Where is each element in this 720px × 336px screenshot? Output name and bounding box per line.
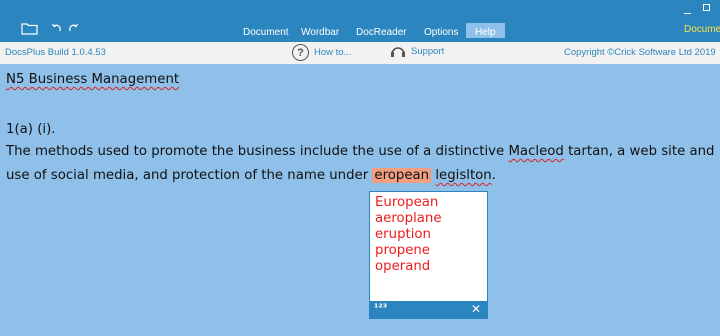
suggestion-list: European aeroplane eruption propene oper… bbox=[370, 192, 487, 275]
suggestion-item[interactable]: European bbox=[375, 195, 487, 211]
documents-label[interactable]: Documer bbox=[684, 24, 720, 35]
paragraph-line-1: The methods used to promote the business… bbox=[6, 144, 715, 159]
misspelled-word[interactable]: Macleod bbox=[508, 144, 563, 159]
minimize-icon[interactable] bbox=[684, 13, 691, 14]
menu-docreader[interactable]: DocReader bbox=[356, 27, 407, 38]
menu-document[interactable]: Document bbox=[243, 27, 289, 38]
undo-icon[interactable] bbox=[51, 21, 63, 33]
spelling-suggestions-popup: European aeroplane eruption propene oper… bbox=[369, 191, 488, 319]
maximize-icon[interactable] bbox=[703, 4, 710, 11]
suggestion-item[interactable]: aeroplane bbox=[375, 211, 487, 227]
paragraph-line-2: use of social media, and protection of t… bbox=[6, 168, 496, 183]
help-icon: ? bbox=[292, 44, 309, 61]
info-bar: DocsPlus Build 1.0.4.53 ? How to... Supp… bbox=[0, 42, 720, 64]
menu-help[interactable]: Help bbox=[466, 23, 505, 38]
close-icon[interactable]: ✕ bbox=[471, 302, 481, 316]
support-icon bbox=[391, 47, 405, 57]
title-bar: Document Wordbar DocReader Options Help … bbox=[0, 0, 720, 42]
support-button[interactable]: Support bbox=[389, 44, 444, 58]
suggestion-item[interactable]: eruption bbox=[375, 227, 487, 243]
misspelled-word[interactable]: legislton bbox=[435, 168, 491, 183]
redo-icon[interactable] bbox=[67, 21, 79, 33]
menu-wordbar[interactable]: Wordbar bbox=[301, 27, 339, 38]
folder-icon[interactable] bbox=[21, 22, 38, 35]
copyright-label: Copyright ©Crick Software Ltd 2019 bbox=[564, 47, 716, 58]
suggestion-item[interactable]: operand bbox=[375, 259, 487, 275]
how-to-button[interactable]: ? How to... bbox=[292, 44, 352, 61]
document-title: N5 Business Management bbox=[6, 72, 180, 87]
question-number: 1(a) (i). bbox=[6, 122, 56, 137]
suggestion-item[interactable]: propene bbox=[375, 243, 487, 259]
how-to-label: How to... bbox=[314, 47, 352, 58]
highlighted-misspelled-word[interactable]: eropean bbox=[372, 168, 432, 183]
menu-options[interactable]: Options bbox=[424, 27, 458, 38]
support-label: Support bbox=[411, 45, 445, 57]
numbers-icon[interactable]: ¹²³ bbox=[374, 303, 387, 314]
build-label: DocsPlus Build 1.0.4.53 bbox=[5, 47, 106, 58]
popup-footer: ¹²³ ✕ bbox=[370, 301, 487, 318]
